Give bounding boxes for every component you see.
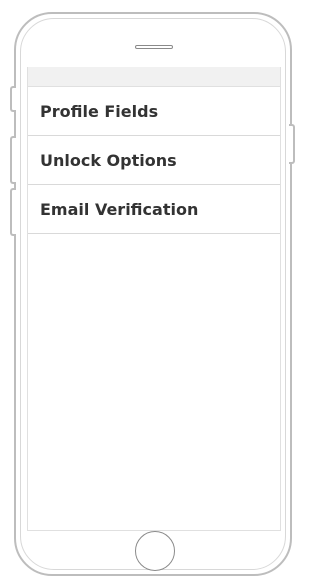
volume-down-button (10, 188, 16, 236)
menu-item-email-verification[interactable]: Email Verification (28, 185, 280, 234)
menu-item-profile-fields[interactable]: Profile Fields (28, 87, 280, 136)
menu-item-unlock-options[interactable]: Unlock Options (28, 136, 280, 185)
phone-screen: Profile Fields Unlock Options Email Veri… (27, 67, 281, 531)
volume-up-button (10, 136, 16, 184)
status-bar (28, 67, 280, 87)
home-button[interactable] (135, 531, 175, 571)
mute-switch (10, 86, 16, 112)
speaker-grille (135, 45, 173, 49)
menu-item-label: Email Verification (40, 199, 199, 219)
menu-item-label: Unlock Options (40, 150, 177, 170)
power-button (289, 124, 295, 164)
menu-item-label: Profile Fields (40, 101, 159, 121)
